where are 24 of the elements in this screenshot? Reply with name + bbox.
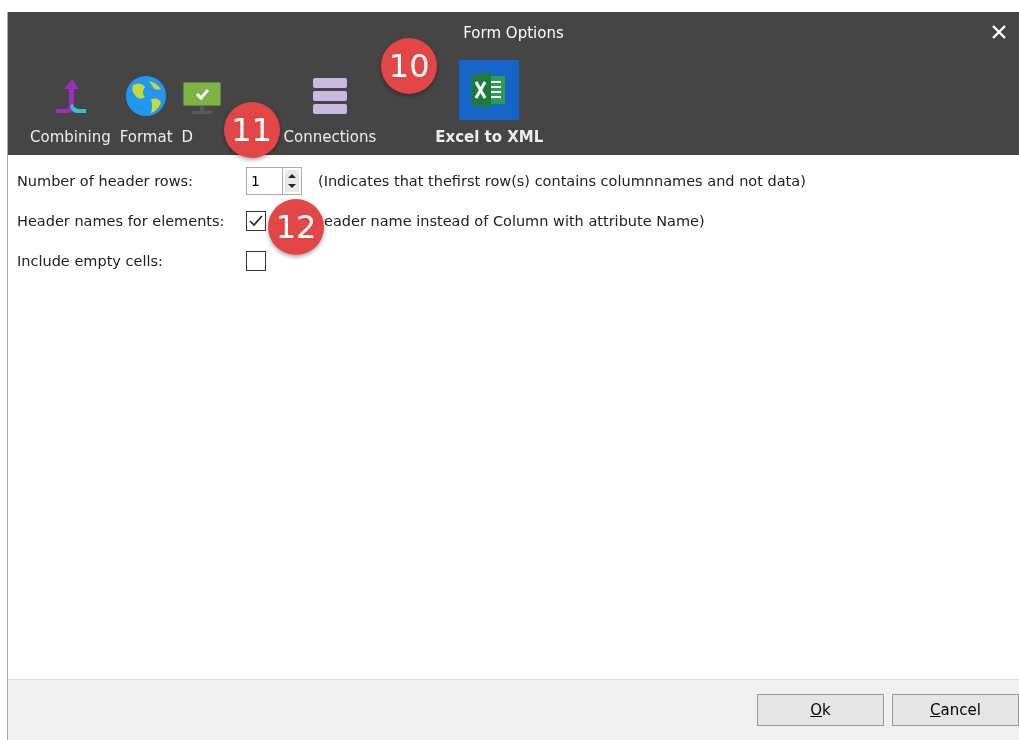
number-field[interactable]: 1 — [246, 167, 282, 195]
option-hint: (Indicates that thefirst row(s) contains columnnames and not data) — [318, 173, 806, 189]
check-icon — [249, 214, 263, 228]
checkbox[interactable] — [246, 251, 266, 271]
option-label: Include empty cells: — [17, 253, 164, 269]
toolbar-tab[interactable]: Format — [119, 72, 173, 146]
globe-icon — [125, 75, 168, 117]
toolbar-tab[interactable]: Combining — [30, 72, 111, 146]
number-callout: 11 — [223, 102, 280, 158]
option-label: Header names for elements: — [17, 213, 226, 229]
close-icon[interactable] — [991, 24, 1007, 40]
database-stack-icon — [310, 76, 349, 116]
toolbar-tab[interactable]: D — [181, 72, 222, 146]
toolbar-tab[interactable]: Connections — [283, 72, 377, 146]
option-label: Number of header rows: — [17, 173, 194, 189]
number-callout: 12 — [268, 199, 324, 255]
window-title: Form Options — [463, 24, 564, 42]
number-callout: 10 — [381, 38, 438, 94]
spin-arrows-icon[interactable] — [282, 167, 302, 195]
toolbar-tab[interactable]: Excel to XML — [435, 60, 544, 146]
option-hint: eader name instead of Column with attribute Name) — [324, 213, 705, 229]
dialog-button[interactable]: Ok — [757, 694, 884, 726]
dialog-button[interactable]: Cancel — [892, 694, 1019, 726]
checkbox[interactable] — [246, 211, 266, 231]
